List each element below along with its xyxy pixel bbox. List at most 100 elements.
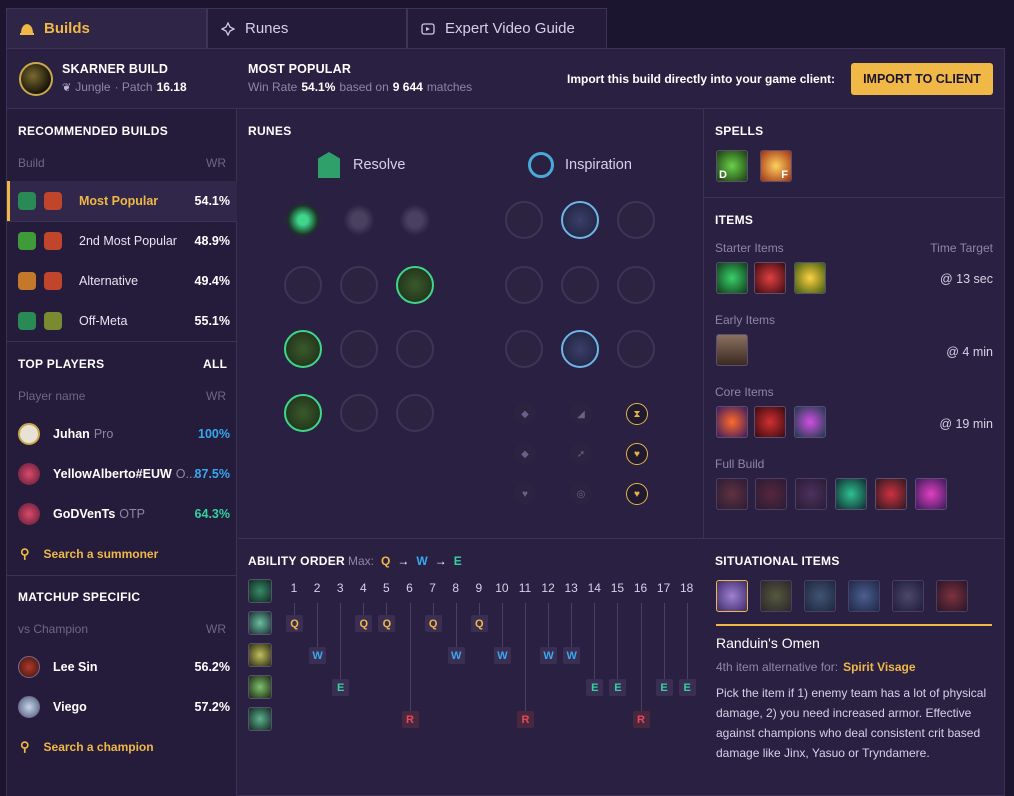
full-item-3[interactable] <box>795 478 827 510</box>
situational-item-3[interactable] <box>804 580 836 612</box>
build-row-2nd[interactable]: 2nd Most Popular 48.9% <box>7 221 237 261</box>
situational-item-2[interactable] <box>760 580 792 612</box>
shard-tenacity[interactable]: ◎ <box>570 483 592 505</box>
shard-attack-speed[interactable]: ◢ <box>570 403 592 425</box>
items-section: ITEMS Starter Items Time Target @ 13 sec… <box>704 198 1004 539</box>
matches-label: matches <box>426 80 473 94</box>
rune-second-wind[interactable] <box>340 330 378 368</box>
full-item-4[interactable] <box>835 478 867 510</box>
rune-magical-footwear[interactable] <box>561 201 599 239</box>
alt-item[interactable]: Spirit Visage <box>843 660 915 674</box>
skill-point-q: Q <box>355 615 373 632</box>
player-tag: Pro <box>93 427 114 441</box>
full-item-5[interactable] <box>875 478 907 510</box>
full-item-1[interactable] <box>716 478 748 510</box>
smite-spell-icon[interactable]: D <box>716 150 748 182</box>
rune-cash-back[interactable] <box>617 201 655 239</box>
item-icon <box>44 232 62 250</box>
skill-point-w: W <box>447 647 465 664</box>
rune-unflinching[interactable] <box>396 394 434 432</box>
rune-grasp[interactable] <box>284 201 322 239</box>
build-row-off-meta[interactable]: Off-Meta 55.1% <box>7 301 237 341</box>
item-icon <box>44 192 62 210</box>
rune-cosmic-insight[interactable] <box>505 330 543 368</box>
build-row-most-popular[interactable]: Most Popular 54.1% <box>7 181 237 221</box>
player-col-header: Player name <box>18 389 86 403</box>
rune-time-warp-tonic[interactable] <box>561 266 599 304</box>
situational-item-name: Randuin's Omen <box>716 635 820 651</box>
level-guide-line <box>548 603 550 647</box>
tab-runes[interactable]: Runes <box>207 8 407 48</box>
core-items-label: Core Items <box>715 385 774 399</box>
health-potion-item[interactable] <box>754 262 786 294</box>
tab-video-guide[interactable]: Expert Video Guide <box>407 8 607 48</box>
rune-shield-bash[interactable] <box>396 266 434 304</box>
skill-point-e: E <box>332 679 350 696</box>
player-row[interactable]: GoDVenTs OTP 64.3% <box>7 494 237 534</box>
build-name: Most Popular <box>79 194 159 208</box>
champion-name: Viego <box>53 700 87 714</box>
rune-hextech-flashtraption[interactable] <box>505 201 543 239</box>
rune-jack-of-all-trades[interactable] <box>617 330 655 368</box>
search-champion-link[interactable]: ⚲ Search a champion <box>7 727 237 767</box>
shard-health-scaling-2[interactable]: ♥ <box>626 483 648 505</box>
randuins-omen-item[interactable] <box>716 580 748 612</box>
player-row[interactable]: YellowAlberto#EUW O... 87.5% <box>7 454 237 494</box>
matchup-row-lee-sin[interactable]: Lee Sin 56.2% <box>7 647 237 687</box>
rune-overgrowth[interactable] <box>284 394 322 432</box>
rune-biscuit-delivery[interactable] <box>617 266 655 304</box>
rune-bone-plating[interactable] <box>396 330 434 368</box>
early-time: @ 4 min <box>946 345 993 359</box>
situational-item-5[interactable] <box>892 580 924 612</box>
full-item-6[interactable] <box>915 478 947 510</box>
level-number: 13 <box>564 581 578 595</box>
shard-ability-haste[interactable]: ⧗ <box>626 403 648 425</box>
situational-item-6[interactable] <box>936 580 968 612</box>
level-number: 11 <box>518 581 532 595</box>
skill-point-w: W <box>563 647 581 664</box>
rune-aftershock[interactable] <box>340 201 378 239</box>
rune-revitalize[interactable] <box>340 394 378 432</box>
import-to-client-button[interactable]: IMPORT TO CLIENT <box>851 63 993 95</box>
player-row[interactable]: Juhan Pro 100% <box>7 414 237 454</box>
flash-spell-icon[interactable]: F <box>760 150 792 182</box>
selected-divider <box>716 624 992 626</box>
ability-order-section: ABILITY ORDER Max: Q → W → E 1Q2W3E4Q5Q6… <box>238 539 704 796</box>
situational-description: Pick the item if 1) enemy team has a lot… <box>716 686 987 760</box>
tab-bar: Builds Runes Expert Video Guide <box>6 8 607 48</box>
rune-demolish[interactable] <box>284 266 322 304</box>
shard-adaptive[interactable]: ◆ <box>514 403 536 425</box>
level-number: 5 <box>383 581 390 595</box>
matchup-row-viego[interactable]: Viego 57.2% <box>7 687 237 727</box>
shard-health-scaling[interactable]: ♥ <box>626 443 648 465</box>
full-item-2[interactable] <box>755 478 787 510</box>
core-item-3[interactable] <box>794 406 826 438</box>
rune-triple-tonic[interactable] <box>505 266 543 304</box>
build-row-alternative[interactable]: Alternative 49.4% <box>7 261 237 301</box>
situational-item-4[interactable] <box>848 580 880 612</box>
tab-builds[interactable]: Builds <box>6 8 207 48</box>
boots-core-item[interactable] <box>754 406 786 438</box>
shard-health[interactable]: ♥ <box>514 483 536 505</box>
matches-value: 9 644 <box>392 80 423 94</box>
ward-trinket-item[interactable] <box>794 262 826 294</box>
search-summoner-link[interactable]: ⚲ Search a summoner <box>7 534 237 574</box>
top-players-all-link[interactable]: ALL <box>203 357 227 371</box>
boots-item[interactable] <box>716 334 748 366</box>
shard-move-speed[interactable]: ➚ <box>570 443 592 465</box>
rune-font-of-life[interactable] <box>340 266 378 304</box>
spell-key: F <box>781 169 788 181</box>
rune-guardian[interactable] <box>396 201 434 239</box>
jungle-pet-item[interactable] <box>716 262 748 294</box>
rune-conditioning[interactable] <box>284 330 322 368</box>
ability-grid: 1 Q 2 W 3 E 4 Q 5 Q 6 R 7 Q 8 W 9 Q 10 W 11 R 12 W 13 W 14 E 15 E 16 R 1… <box>238 579 704 779</box>
patch-value: 16.18 <box>156 80 187 94</box>
avatar <box>18 696 40 718</box>
sunfire-item[interactable] <box>716 406 748 438</box>
shard-adaptive-2[interactable]: ◆ <box>514 443 536 465</box>
rune-approach-velocity[interactable] <box>561 330 599 368</box>
situational-title: SITUATIONAL ITEMS <box>715 554 840 568</box>
max-q: Q <box>381 554 391 568</box>
wr-col-header: WR <box>206 389 226 403</box>
champion-build-title: SKARNER BUILD <box>62 62 169 76</box>
